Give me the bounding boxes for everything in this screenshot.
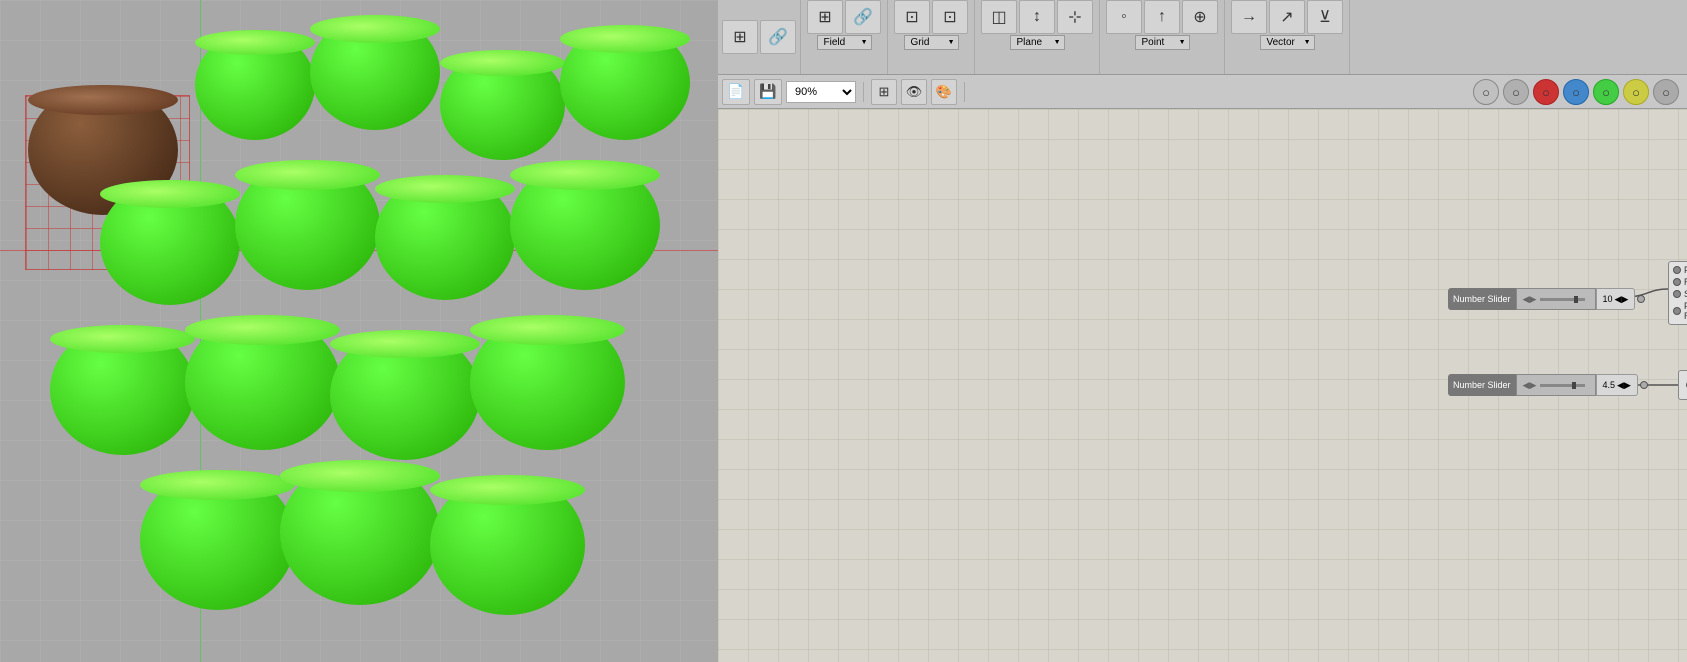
green-cyl-9-top <box>50 325 195 353</box>
field-icons: ⊞ 🔗 <box>807 0 881 34</box>
toolbar-group-left: ⊞ 🔗 <box>718 0 801 74</box>
green-cyl-6-top <box>235 160 380 190</box>
point-btn-1[interactable]: ◦ <box>1106 0 1142 34</box>
grid-dropdown[interactable]: Grid <box>904 35 959 50</box>
slider-1-output-port[interactable] <box>1637 295 1645 303</box>
field-btn-1[interactable]: ⊞ <box>807 0 843 34</box>
slider-1-label: Number Slider <box>1448 288 1516 310</box>
zoom-select[interactable]: 90% <box>786 81 856 103</box>
field-section: ⊞ 🔗 Field <box>801 0 888 74</box>
grid-section: ⊡ ⊡ Grid <box>888 0 975 74</box>
green-cyl-5-top <box>100 180 240 208</box>
slider-2-output-port[interactable] <box>1640 381 1648 389</box>
polygon-input-radius: Radius <box>1673 277 1687 287</box>
slider-2-value: 4.5 ◀▶ <box>1596 374 1638 396</box>
polygon-port-plane[interactable] <box>1673 266 1681 274</box>
vector-btn-1[interactable]: → <box>1231 0 1267 34</box>
sphere-icon-red[interactable]: ○ <box>1533 79 1559 105</box>
point-section: ◦ ↑ ⊕ Point <box>1100 0 1225 74</box>
polygon-input-segments: Segments <box>1673 289 1687 299</box>
green-cyl-1-top <box>195 30 315 55</box>
sphere-icon-gray[interactable]: ○ <box>1653 79 1679 105</box>
polygon-port-segments[interactable] <box>1673 290 1681 298</box>
field-dropdown[interactable]: Field <box>817 35 872 50</box>
sphere-icon-yellow[interactable]: ○ <box>1623 79 1649 105</box>
slider-2-label: Number Slider <box>1448 374 1516 396</box>
green-cyl-2-top <box>310 15 440 43</box>
vector-btn-2[interactable]: ↗ <box>1269 0 1305 34</box>
save-btn[interactable]: 💾 <box>754 79 782 105</box>
sphere-icon-2[interactable]: ○ <box>1503 79 1529 105</box>
slider-2-arrow: ◀▶ <box>1523 380 1537 391</box>
slider-2-track[interactable]: ◀▶ <box>1516 374 1596 396</box>
node-canvas[interactable]: Number Slider ◀▶ 10 ◀▶ Number Slider ◀▶ <box>718 109 1687 662</box>
point-icons: ◦ ↑ ⊕ <box>1106 0 1218 34</box>
color-btn[interactable]: 🎨 <box>931 79 957 105</box>
green-cyl-7-top <box>375 175 515 203</box>
toolbar-btn-1[interactable]: ⊞ <box>722 20 758 54</box>
plane-icons: ◫ ↕ ⊹ <box>981 0 1093 34</box>
green-cyl-10-top <box>185 315 340 345</box>
plane-btn-2[interactable]: ↕ <box>1019 0 1055 34</box>
plane-section: ◫ ↕ ⊹ Plane <box>975 0 1100 74</box>
plane-btn-3[interactable]: ⊹ <box>1057 0 1093 34</box>
vector-dropdown[interactable]: Vector <box>1260 35 1315 50</box>
main-toolbar: ⊞ 🔗 ⊞ 🔗 Field ⊡ ⊡ Grid ◫ ↕ <box>718 0 1687 75</box>
polygon-inputs: Plane Radius Segments Fillet Radius <box>1668 261 1687 325</box>
green-cyl-4-top <box>560 25 690 53</box>
green-cyl-15-top <box>430 475 585 505</box>
sphere-icon-1[interactable]: ○ <box>1473 79 1499 105</box>
secondary-toolbar: 📄 💾 90% ⊞ 👁 🎨 ○ ○ ○ ○ ○ ○ ○ <box>718 75 1687 109</box>
grasshopper-panel: ⊞ 🔗 ⊞ 🔗 Field ⊡ ⊡ Grid ◫ ↕ <box>718 0 1687 662</box>
green-cyl-8-top <box>510 160 660 190</box>
grid-btn-1[interactable]: ⊡ <box>894 0 930 34</box>
green-cyl-11-top <box>330 330 480 358</box>
separator-1 <box>863 82 864 102</box>
plane-btn-1[interactable]: ◫ <box>981 0 1017 34</box>
slider-1-arrow: ◀▶ <box>1523 294 1537 305</box>
point-btn-2[interactable]: ↑ <box>1144 0 1180 34</box>
green-cyl-3-top <box>440 50 565 76</box>
view-btn[interactable]: 👁 <box>901 79 927 105</box>
sphere-icon-blue[interactable]: ○ <box>1563 79 1589 105</box>
polygon-node[interactable]: Plane Radius Segments Fillet Radius <box>1668 261 1687 325</box>
number-slider-2[interactable]: Number Slider ◀▶ 4.5 ◀▶ <box>1448 374 1650 396</box>
polygon-port-radius[interactable] <box>1673 278 1681 286</box>
vector-section: → ↗ ⊻ Vector <box>1225 0 1350 74</box>
green-cyl-12-top <box>470 315 625 345</box>
new-file-btn[interactable]: 📄 <box>722 79 750 105</box>
green-cyl-13-top <box>140 470 295 500</box>
green-cyl-14-top <box>280 460 440 492</box>
polygon-input-fillet: Fillet Radius <box>1673 301 1687 321</box>
unit-z-node[interactable]: Factor Unit Z Unit vector <box>1678 370 1687 400</box>
polygon-port-fillet[interactable] <box>1673 307 1681 315</box>
vector-btn-3[interactable]: ⊻ <box>1307 0 1343 34</box>
number-slider-1[interactable]: Number Slider ◀▶ 10 ◀▶ <box>1448 288 1647 310</box>
point-btn-3[interactable]: ⊕ <box>1182 0 1218 34</box>
wires-layer <box>718 109 1018 259</box>
grid-icons: ⊡ ⊡ <box>894 0 968 34</box>
viewport-3d[interactable] <box>0 0 718 662</box>
grid-btn-2[interactable]: ⊡ <box>932 0 968 34</box>
slider-1-value: 10 ◀▶ <box>1596 288 1636 310</box>
separator-2 <box>964 82 965 102</box>
vector-icons: → ↗ ⊻ <box>1231 0 1343 34</box>
dark-cylinder-top <box>28 85 178 115</box>
field-btn-2[interactable]: 🔗 <box>845 0 881 34</box>
point-dropdown[interactable]: Point <box>1135 35 1190 50</box>
unit-z-input: Factor <box>1678 370 1687 400</box>
fit-btn[interactable]: ⊞ <box>871 79 897 105</box>
slider-1-track[interactable]: ◀▶ <box>1516 288 1596 310</box>
toolbar-btn-2[interactable]: 🔗 <box>760 20 796 54</box>
plane-dropdown[interactable]: Plane <box>1010 35 1065 50</box>
sphere-icon-green[interactable]: ○ <box>1593 79 1619 105</box>
polygon-input-plane: Plane <box>1673 265 1687 275</box>
